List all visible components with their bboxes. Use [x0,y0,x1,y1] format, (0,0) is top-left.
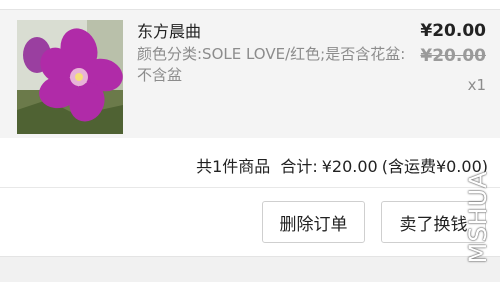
item-count: 共1件商品 [196,157,271,176]
delete-order-button[interactable]: 删除订单 [262,201,365,243]
flower-photo-icon [17,20,123,134]
total-label: 合计: [280,157,318,176]
section-divider [0,256,500,282]
order-actions: 删除订单 卖了换钱 [0,188,500,256]
quantity: x1 [467,76,486,94]
top-divider [0,0,500,10]
product-spec: 颜色分类:SOLE LOVE/红色;是否含花盆:不含盆 [137,45,406,84]
total-value: ¥20.00 [321,157,378,176]
original-price: ¥20.00 [420,46,486,66]
order-summary: 共1件商品 合计: ¥20.00 (含运费¥0.00) [0,138,500,188]
shipping-text: (含运费¥0.00) [381,157,488,176]
product-title[interactable]: 东方晨曲 [137,22,201,42]
resell-button[interactable]: 卖了换钱 [381,201,486,243]
order-item[interactable]: 东方晨曲 颜色分类:SOLE LOVE/红色;是否含花盆:不含盆 ¥20.00 … [0,10,500,138]
product-price: ¥20.00 [420,21,486,41]
product-thumbnail[interactable] [17,20,123,134]
